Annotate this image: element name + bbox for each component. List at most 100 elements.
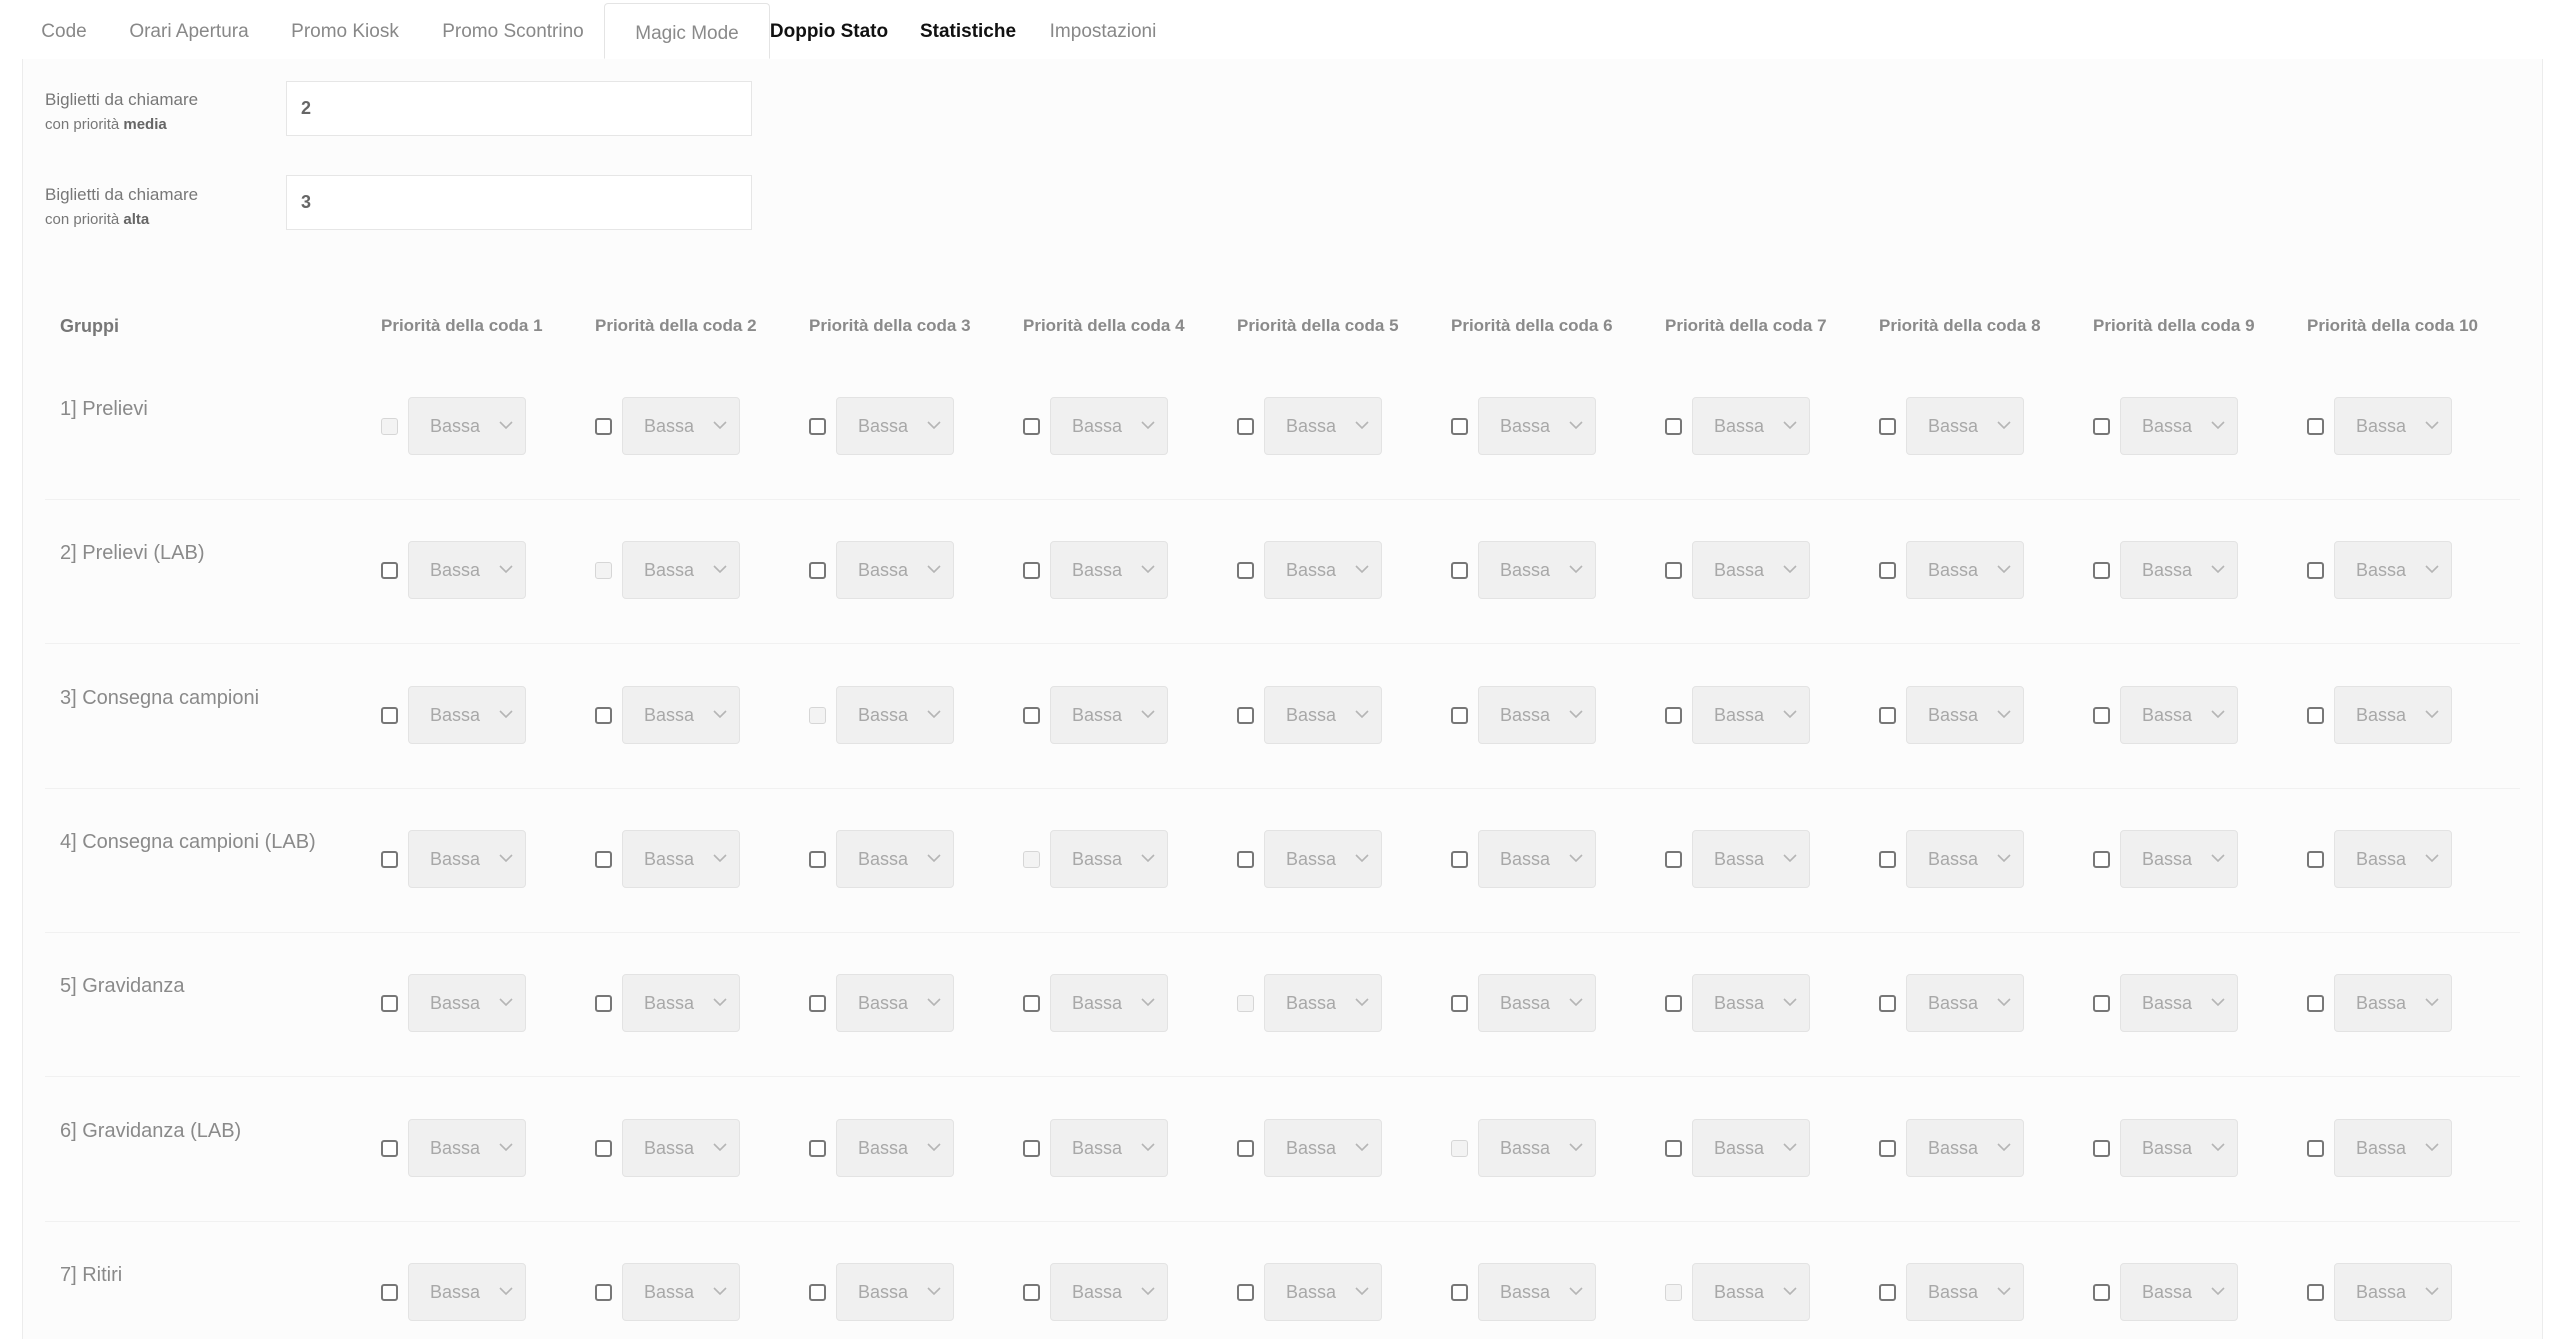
- priority-select[interactable]: Bassa: [2120, 974, 2238, 1032]
- priority-select[interactable]: Bassa: [1906, 974, 2024, 1032]
- queue-checkbox[interactable]: [1879, 1140, 1896, 1157]
- priority-select[interactable]: Bassa: [1264, 541, 1382, 599]
- tab-doppio-stato[interactable]: Doppio Stato: [764, 0, 894, 59]
- priority-select[interactable]: Bassa: [408, 397, 526, 455]
- tab-magic-mode[interactable]: Magic Mode: [604, 3, 770, 59]
- priority-select[interactable]: Bassa: [836, 686, 954, 744]
- tab-promo-scontrino[interactable]: Promo Scontrino: [436, 0, 590, 59]
- priority-select[interactable]: Bassa: [408, 830, 526, 888]
- queue-checkbox[interactable]: [1237, 1284, 1254, 1301]
- queue-checkbox[interactable]: [1665, 562, 1682, 579]
- queue-checkbox[interactable]: [1237, 1140, 1254, 1157]
- queue-checkbox[interactable]: [1451, 562, 1468, 579]
- queue-checkbox[interactable]: [1237, 707, 1254, 724]
- priority-select[interactable]: Bassa: [1478, 1119, 1596, 1177]
- priority-select[interactable]: Bassa: [1050, 1263, 1168, 1321]
- priority-select[interactable]: Bassa: [2334, 686, 2452, 744]
- queue-checkbox[interactable]: [2093, 707, 2110, 724]
- queue-checkbox[interactable]: [381, 707, 398, 724]
- queue-checkbox[interactable]: [595, 1284, 612, 1301]
- priority-select[interactable]: Bassa: [1050, 397, 1168, 455]
- priority-select[interactable]: Bassa: [2334, 830, 2452, 888]
- queue-checkbox[interactable]: [2307, 1284, 2324, 1301]
- queue-checkbox[interactable]: [2307, 707, 2324, 724]
- queue-checkbox[interactable]: [2307, 995, 2324, 1012]
- priority-select[interactable]: Bassa: [2120, 541, 2238, 599]
- high-priority-input[interactable]: 3: [286, 175, 752, 230]
- priority-select[interactable]: Bassa: [1050, 686, 1168, 744]
- queue-checkbox[interactable]: [809, 995, 826, 1012]
- queue-checkbox[interactable]: [1237, 562, 1254, 579]
- priority-select[interactable]: Bassa: [1692, 1119, 1810, 1177]
- priority-select[interactable]: Bassa: [2120, 830, 2238, 888]
- priority-select[interactable]: Bassa: [1050, 974, 1168, 1032]
- priority-select[interactable]: Bassa: [836, 1263, 954, 1321]
- priority-select[interactable]: Bassa: [1692, 686, 1810, 744]
- queue-checkbox[interactable]: [2307, 1140, 2324, 1157]
- priority-select[interactable]: Bassa: [622, 541, 740, 599]
- tab-orari-apertura[interactable]: Orari Apertura: [124, 0, 254, 59]
- priority-select[interactable]: Bassa: [1264, 974, 1382, 1032]
- tab-promo-kiosk[interactable]: Promo Kiosk: [288, 0, 402, 59]
- queue-checkbox[interactable]: [1665, 418, 1682, 435]
- queue-checkbox[interactable]: [1451, 995, 1468, 1012]
- queue-checkbox[interactable]: [1023, 562, 1040, 579]
- priority-select[interactable]: Bassa: [1478, 830, 1596, 888]
- queue-checkbox[interactable]: [1023, 995, 1040, 1012]
- priority-select[interactable]: Bassa: [836, 541, 954, 599]
- priority-select[interactable]: Bassa: [2120, 1119, 2238, 1177]
- priority-select[interactable]: Bassa: [408, 1263, 526, 1321]
- queue-checkbox[interactable]: [809, 562, 826, 579]
- priority-select[interactable]: Bassa: [622, 1119, 740, 1177]
- queue-checkbox[interactable]: [1879, 707, 1896, 724]
- priority-select[interactable]: Bassa: [2334, 541, 2452, 599]
- priority-select[interactable]: Bassa: [622, 830, 740, 888]
- priority-select[interactable]: Bassa: [836, 974, 954, 1032]
- priority-select[interactable]: Bassa: [2334, 397, 2452, 455]
- queue-checkbox[interactable]: [809, 1284, 826, 1301]
- priority-select[interactable]: Bassa: [2120, 1263, 2238, 1321]
- priority-select[interactable]: Bassa: [1906, 397, 2024, 455]
- queue-checkbox[interactable]: [1879, 418, 1896, 435]
- queue-checkbox[interactable]: [2093, 418, 2110, 435]
- priority-select[interactable]: Bassa: [408, 1119, 526, 1177]
- tab-code[interactable]: Code: [40, 0, 88, 59]
- queue-checkbox[interactable]: [2093, 1140, 2110, 1157]
- priority-select[interactable]: Bassa: [408, 974, 526, 1032]
- tab-impostazioni[interactable]: Impostazioni: [1046, 0, 1160, 59]
- priority-select[interactable]: Bassa: [1050, 830, 1168, 888]
- priority-select[interactable]: Bassa: [1906, 1263, 2024, 1321]
- priority-select[interactable]: Bassa: [622, 686, 740, 744]
- priority-select[interactable]: Bassa: [1692, 830, 1810, 888]
- priority-select[interactable]: Bassa: [836, 397, 954, 455]
- priority-select[interactable]: Bassa: [622, 397, 740, 455]
- priority-select[interactable]: Bassa: [622, 974, 740, 1032]
- queue-checkbox[interactable]: [381, 562, 398, 579]
- tab-statistiche[interactable]: Statistiche: [916, 0, 1020, 59]
- queue-checkbox[interactable]: [2093, 851, 2110, 868]
- queue-checkbox[interactable]: [595, 1140, 612, 1157]
- queue-checkbox[interactable]: [2307, 562, 2324, 579]
- priority-select[interactable]: Bassa: [1050, 1119, 1168, 1177]
- queue-checkbox[interactable]: [1451, 418, 1468, 435]
- priority-select[interactable]: Bassa: [1906, 1119, 2024, 1177]
- priority-select[interactable]: Bassa: [408, 541, 526, 599]
- priority-select[interactable]: Bassa: [1692, 1263, 1810, 1321]
- queue-checkbox[interactable]: [1023, 1284, 1040, 1301]
- queue-checkbox[interactable]: [2307, 851, 2324, 868]
- priority-select[interactable]: Bassa: [1050, 541, 1168, 599]
- priority-select[interactable]: Bassa: [1264, 686, 1382, 744]
- priority-select[interactable]: Bassa: [1264, 830, 1382, 888]
- queue-checkbox[interactable]: [1879, 562, 1896, 579]
- queue-checkbox[interactable]: [381, 1140, 398, 1157]
- priority-select[interactable]: Bassa: [1264, 1263, 1382, 1321]
- queue-checkbox[interactable]: [2093, 562, 2110, 579]
- priority-select[interactable]: Bassa: [1478, 397, 1596, 455]
- queue-checkbox[interactable]: [1879, 995, 1896, 1012]
- queue-checkbox[interactable]: [1665, 1140, 1682, 1157]
- queue-checkbox[interactable]: [1665, 851, 1682, 868]
- priority-select[interactable]: Bassa: [1264, 397, 1382, 455]
- queue-checkbox[interactable]: [2307, 418, 2324, 435]
- priority-select[interactable]: Bassa: [1906, 830, 2024, 888]
- priority-select[interactable]: Bassa: [1478, 541, 1596, 599]
